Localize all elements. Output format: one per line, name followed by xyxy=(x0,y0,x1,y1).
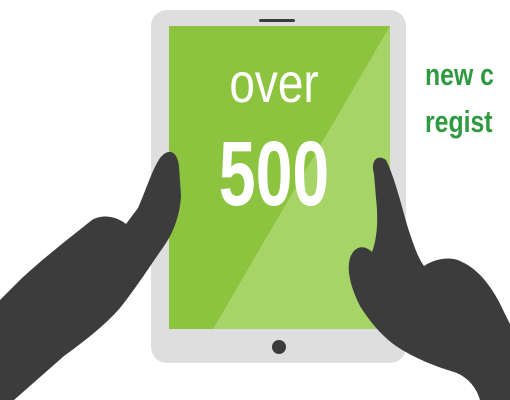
headline-number: 500 xyxy=(218,123,330,225)
side-text-line-2: regist xyxy=(425,104,493,139)
home-button-icon[interactable] xyxy=(272,340,286,354)
headline-over: over xyxy=(229,51,319,114)
side-text-line-1: new c xyxy=(425,57,494,92)
tablet-speaker xyxy=(259,19,295,22)
infographic-canvas: over 500 new c regist xyxy=(0,0,510,400)
